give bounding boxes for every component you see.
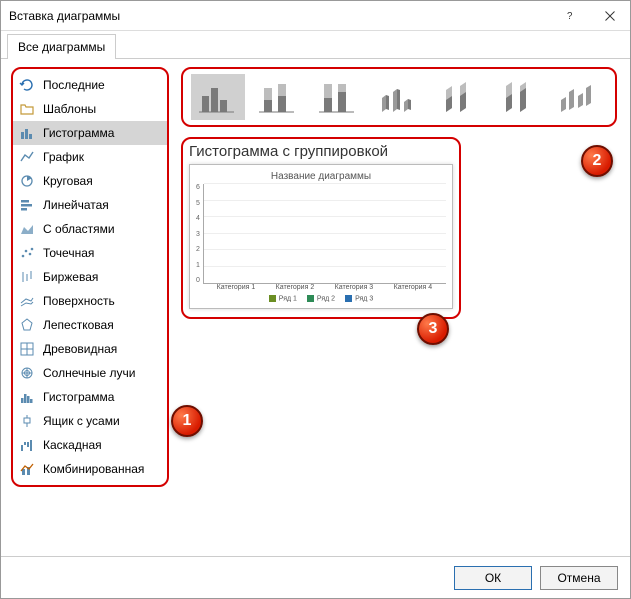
line-icon: [19, 149, 35, 165]
sidebar-item-scatter[interactable]: Точечная: [13, 241, 167, 265]
x-axis: Категория 1Категория 2Категория 3Категор…: [210, 284, 446, 291]
chart-title: Название диаграммы: [196, 171, 446, 182]
chart-plot: [203, 184, 446, 284]
stacked-column-icon: [256, 78, 300, 116]
sidebar-item-label: Поверхность: [43, 294, 115, 308]
close-button[interactable]: [590, 1, 630, 31]
callout-2: 2: [581, 145, 613, 177]
bar-icon: [19, 197, 35, 213]
sidebar-item-label: Ящик с усами: [43, 414, 120, 428]
subtype-3d-stacked100-column[interactable]: [491, 74, 545, 120]
surface-icon: [19, 293, 35, 309]
subtype-3d-column[interactable]: [551, 74, 605, 120]
clustered-column-icon: [196, 78, 240, 116]
sidebar-item-label: С областями: [43, 222, 115, 236]
sidebar-item-histogram[interactable]: Гистограмма: [13, 385, 167, 409]
stacked100-column-icon: [316, 78, 360, 116]
radar-icon: [19, 317, 35, 333]
chart-preview-card[interactable]: Название диаграммы 6543210 Категория 1Ка…: [189, 164, 453, 309]
sidebar-item-templates[interactable]: Шаблоны: [13, 97, 167, 121]
sidebar-item-label: Каскадная: [43, 438, 102, 452]
chart-preview-zone: Гистограмма с группировкой Название диаг…: [181, 137, 461, 319]
subtype-stacked-column[interactable]: [251, 74, 305, 120]
chart-subtype-ribbon: [181, 67, 617, 127]
tab-all-charts[interactable]: Все диаграммы: [7, 34, 116, 59]
treemap-icon: [19, 341, 35, 357]
sidebar-item-area[interactable]: С областями: [13, 217, 167, 241]
chart-subtype-title: Гистограмма с группировкой: [189, 143, 453, 160]
sidebar-item-combo[interactable]: Комбинированная: [13, 457, 167, 481]
callout-1: 1: [171, 405, 203, 437]
subtype-3d-stacked-column[interactable]: [431, 74, 485, 120]
callout-3: 3: [417, 313, 449, 345]
sidebar-item-label: Шаблоны: [43, 102, 96, 116]
histogram-icon: [19, 389, 35, 405]
sidebar-item-label: Лепестковая: [43, 318, 114, 332]
subtype-3d-clustered-column[interactable]: [371, 74, 425, 120]
scatter-icon: [19, 245, 35, 261]
sidebar-item-surface[interactable]: Поверхность: [13, 289, 167, 313]
combo-icon: [19, 461, 35, 477]
sidebar-item-boxwhisker[interactable]: Ящик с усами: [13, 409, 167, 433]
chart-category-list: Последние Шаблоны Гистограмма График Кругова…: [11, 67, 169, 487]
cancel-button[interactable]: Отмена: [540, 566, 618, 590]
sidebar-item-label: Линейчатая: [43, 198, 109, 212]
sidebar-item-label: Точечная: [43, 246, 94, 260]
svg-text:?: ?: [567, 11, 573, 22]
sidebar-item-line[interactable]: График: [13, 145, 167, 169]
sidebar-item-label: Комбинированная: [43, 462, 144, 476]
sidebar-item-treemap[interactable]: Древовидная: [13, 337, 167, 361]
area-icon: [19, 221, 35, 237]
window-title: Вставка диаграммы: [9, 9, 550, 23]
3d-clustered-column-icon: [376, 78, 420, 116]
waterfall-icon: [19, 437, 35, 453]
help-button[interactable]: ?: [550, 1, 590, 31]
sidebar-item-radar[interactable]: Лепестковая: [13, 313, 167, 337]
sidebar-item-label: График: [43, 150, 84, 164]
chart-legend: Ряд 1Ряд 2Ряд 3: [196, 295, 446, 302]
3d-stacked100-column-icon: [496, 78, 540, 116]
pie-icon: [19, 173, 35, 189]
dialog-footer: ОК Отмена: [1, 556, 630, 598]
insert-chart-dialog: Вставка диаграммы ? Все диаграммы Послед…: [0, 0, 631, 599]
ok-button[interactable]: ОК: [454, 566, 532, 590]
sidebar-item-pie[interactable]: Круговая: [13, 169, 167, 193]
subtype-clustered-column[interactable]: [191, 74, 245, 120]
sidebar-item-column[interactable]: Гистограмма: [13, 121, 167, 145]
sidebar-item-label: Биржевая: [43, 270, 98, 284]
sidebar-item-label: Последние: [43, 78, 105, 92]
sidebar-item-label: Гистограмма: [43, 126, 114, 140]
sidebar-item-label: Круговая: [43, 174, 93, 188]
sidebar-item-stock[interactable]: Биржевая: [13, 265, 167, 289]
stock-icon: [19, 269, 35, 285]
sidebar-item-sunburst[interactable]: Солнечные лучи: [13, 361, 167, 385]
help-icon: ?: [564, 10, 576, 22]
templates-icon: [19, 101, 35, 117]
chart-axes: 6543210: [196, 184, 446, 284]
3d-stacked-column-icon: [436, 78, 480, 116]
recent-icon: [19, 77, 35, 93]
boxwhisker-icon: [19, 413, 35, 429]
sidebar-item-label: Древовидная: [43, 342, 117, 356]
close-icon: [604, 10, 616, 22]
sidebar-item-recent[interactable]: Последние: [13, 73, 167, 97]
tabs-bar: Все диаграммы: [1, 31, 630, 59]
sidebar-item-waterfall[interactable]: Каскадная: [13, 433, 167, 457]
titlebar: Вставка диаграммы ?: [1, 1, 630, 31]
y-axis: 6543210: [196, 184, 203, 284]
3d-column-icon: [556, 78, 600, 116]
sidebar-item-label: Гистограмма: [43, 390, 114, 404]
sidebar-item-bar[interactable]: Линейчатая: [13, 193, 167, 217]
sunburst-icon: [19, 365, 35, 381]
sidebar-item-label: Солнечные лучи: [43, 366, 135, 380]
subtype-stacked100-column[interactable]: [311, 74, 365, 120]
column-icon: [19, 125, 35, 141]
